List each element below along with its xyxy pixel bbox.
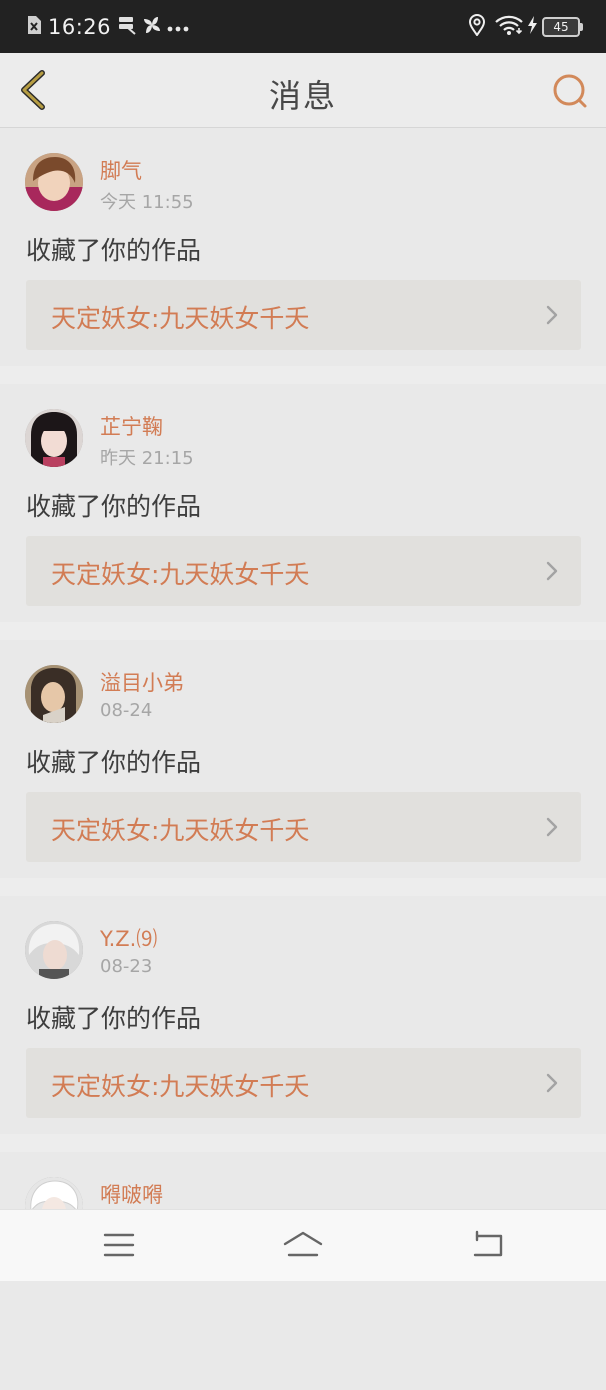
work-link[interactable]: 天定妖女:九天妖女千夭 <box>26 280 581 350</box>
sim-off-icon <box>26 15 42 39</box>
avatar[interactable] <box>25 153 83 211</box>
avatar[interactable] <box>25 921 83 979</box>
avatar[interactable] <box>25 409 83 467</box>
battery-icon: 45 <box>542 17 583 37</box>
work-link[interactable]: 天定妖女:九天妖女千夭 <box>26 536 581 606</box>
chevron-right-icon <box>546 817 558 837</box>
username[interactable]: 溢目小弟 <box>100 667 184 697</box>
message-item[interactable]: 芷宁鞠 昨天 21:15 收藏了你的作品 天定妖女:九天妖女千夭 <box>0 384 606 622</box>
work-title: 天定妖女:九天妖女千夭 <box>51 1072 310 1101</box>
message-text: 收藏了你的作品 <box>26 236 202 265</box>
chevron-right-icon <box>546 1073 558 1093</box>
avatar[interactable] <box>25 665 83 723</box>
back-icon <box>473 1230 503 1257</box>
menu-button[interactable] <box>97 1228 141 1262</box>
message-time: 08-24 <box>100 700 153 721</box>
message-item[interactable]: 溢目小弟 08-24 收藏了你的作品 天定妖女:九天妖女千夭 <box>0 640 606 878</box>
message-time: 今天 11:55 <box>100 192 194 213</box>
username[interactable]: 嘚啵嘚 <box>100 1179 163 1209</box>
search-button[interactable] <box>548 69 592 113</box>
system-nav-bar <box>0 1209 606 1281</box>
menu-icon <box>103 1233 135 1257</box>
message-item[interactable]: 脚气 今天 11:55 收藏了你的作品 天定妖女:九天妖女千夭 <box>0 128 606 366</box>
home-icon <box>283 1231 323 1257</box>
username[interactable]: Y.Z.⑼ <box>100 923 157 953</box>
chevron-right-icon <box>546 561 558 581</box>
more-dots-icon <box>167 18 189 37</box>
work-title: 天定妖女:九天妖女千夭 <box>51 560 310 589</box>
work-title: 天定妖女:九天妖女千夭 <box>51 816 310 845</box>
battery-level: 45 <box>553 20 569 34</box>
location-icon <box>468 14 486 40</box>
status-time: 16:26 <box>48 15 112 39</box>
message-time: 08-23 <box>100 956 153 977</box>
top-app-bar: 消息 <box>0 53 606 128</box>
chevron-right-icon <box>546 305 558 325</box>
work-title: 天定妖女:九天妖女千夭 <box>51 304 310 333</box>
page-title: 消息 <box>268 77 337 115</box>
message-text: 收藏了你的作品 <box>26 492 202 521</box>
charging-icon <box>526 15 538 39</box>
search-icon <box>553 74 587 108</box>
message-item[interactable]: Y.Z.⑼ 08-23 收藏了你的作品 天定妖女:九天妖女千夭 <box>0 896 606 1134</box>
home-button[interactable] <box>281 1228 325 1262</box>
username[interactable]: 脚气 <box>100 155 142 185</box>
pinwheel-icon <box>141 14 163 40</box>
username[interactable]: 芷宁鞠 <box>100 411 163 441</box>
system-back-button[interactable] <box>465 1228 509 1262</box>
sd-card-icon <box>117 15 137 39</box>
message-text: 收藏了你的作品 <box>26 748 202 777</box>
message-time: 昨天 21:15 <box>100 448 194 469</box>
message-text: 收藏了你的作品 <box>26 1004 202 1033</box>
work-link[interactable]: 天定妖女:九天妖女千夭 <box>26 1048 581 1118</box>
work-link[interactable]: 天定妖女:九天妖女千夭 <box>26 792 581 862</box>
status-bar-left: 16:26 <box>26 13 189 41</box>
status-bar: 16:26 45 <box>0 0 606 53</box>
wifi-icon <box>494 14 524 40</box>
status-bar-right: 45 <box>468 13 583 41</box>
